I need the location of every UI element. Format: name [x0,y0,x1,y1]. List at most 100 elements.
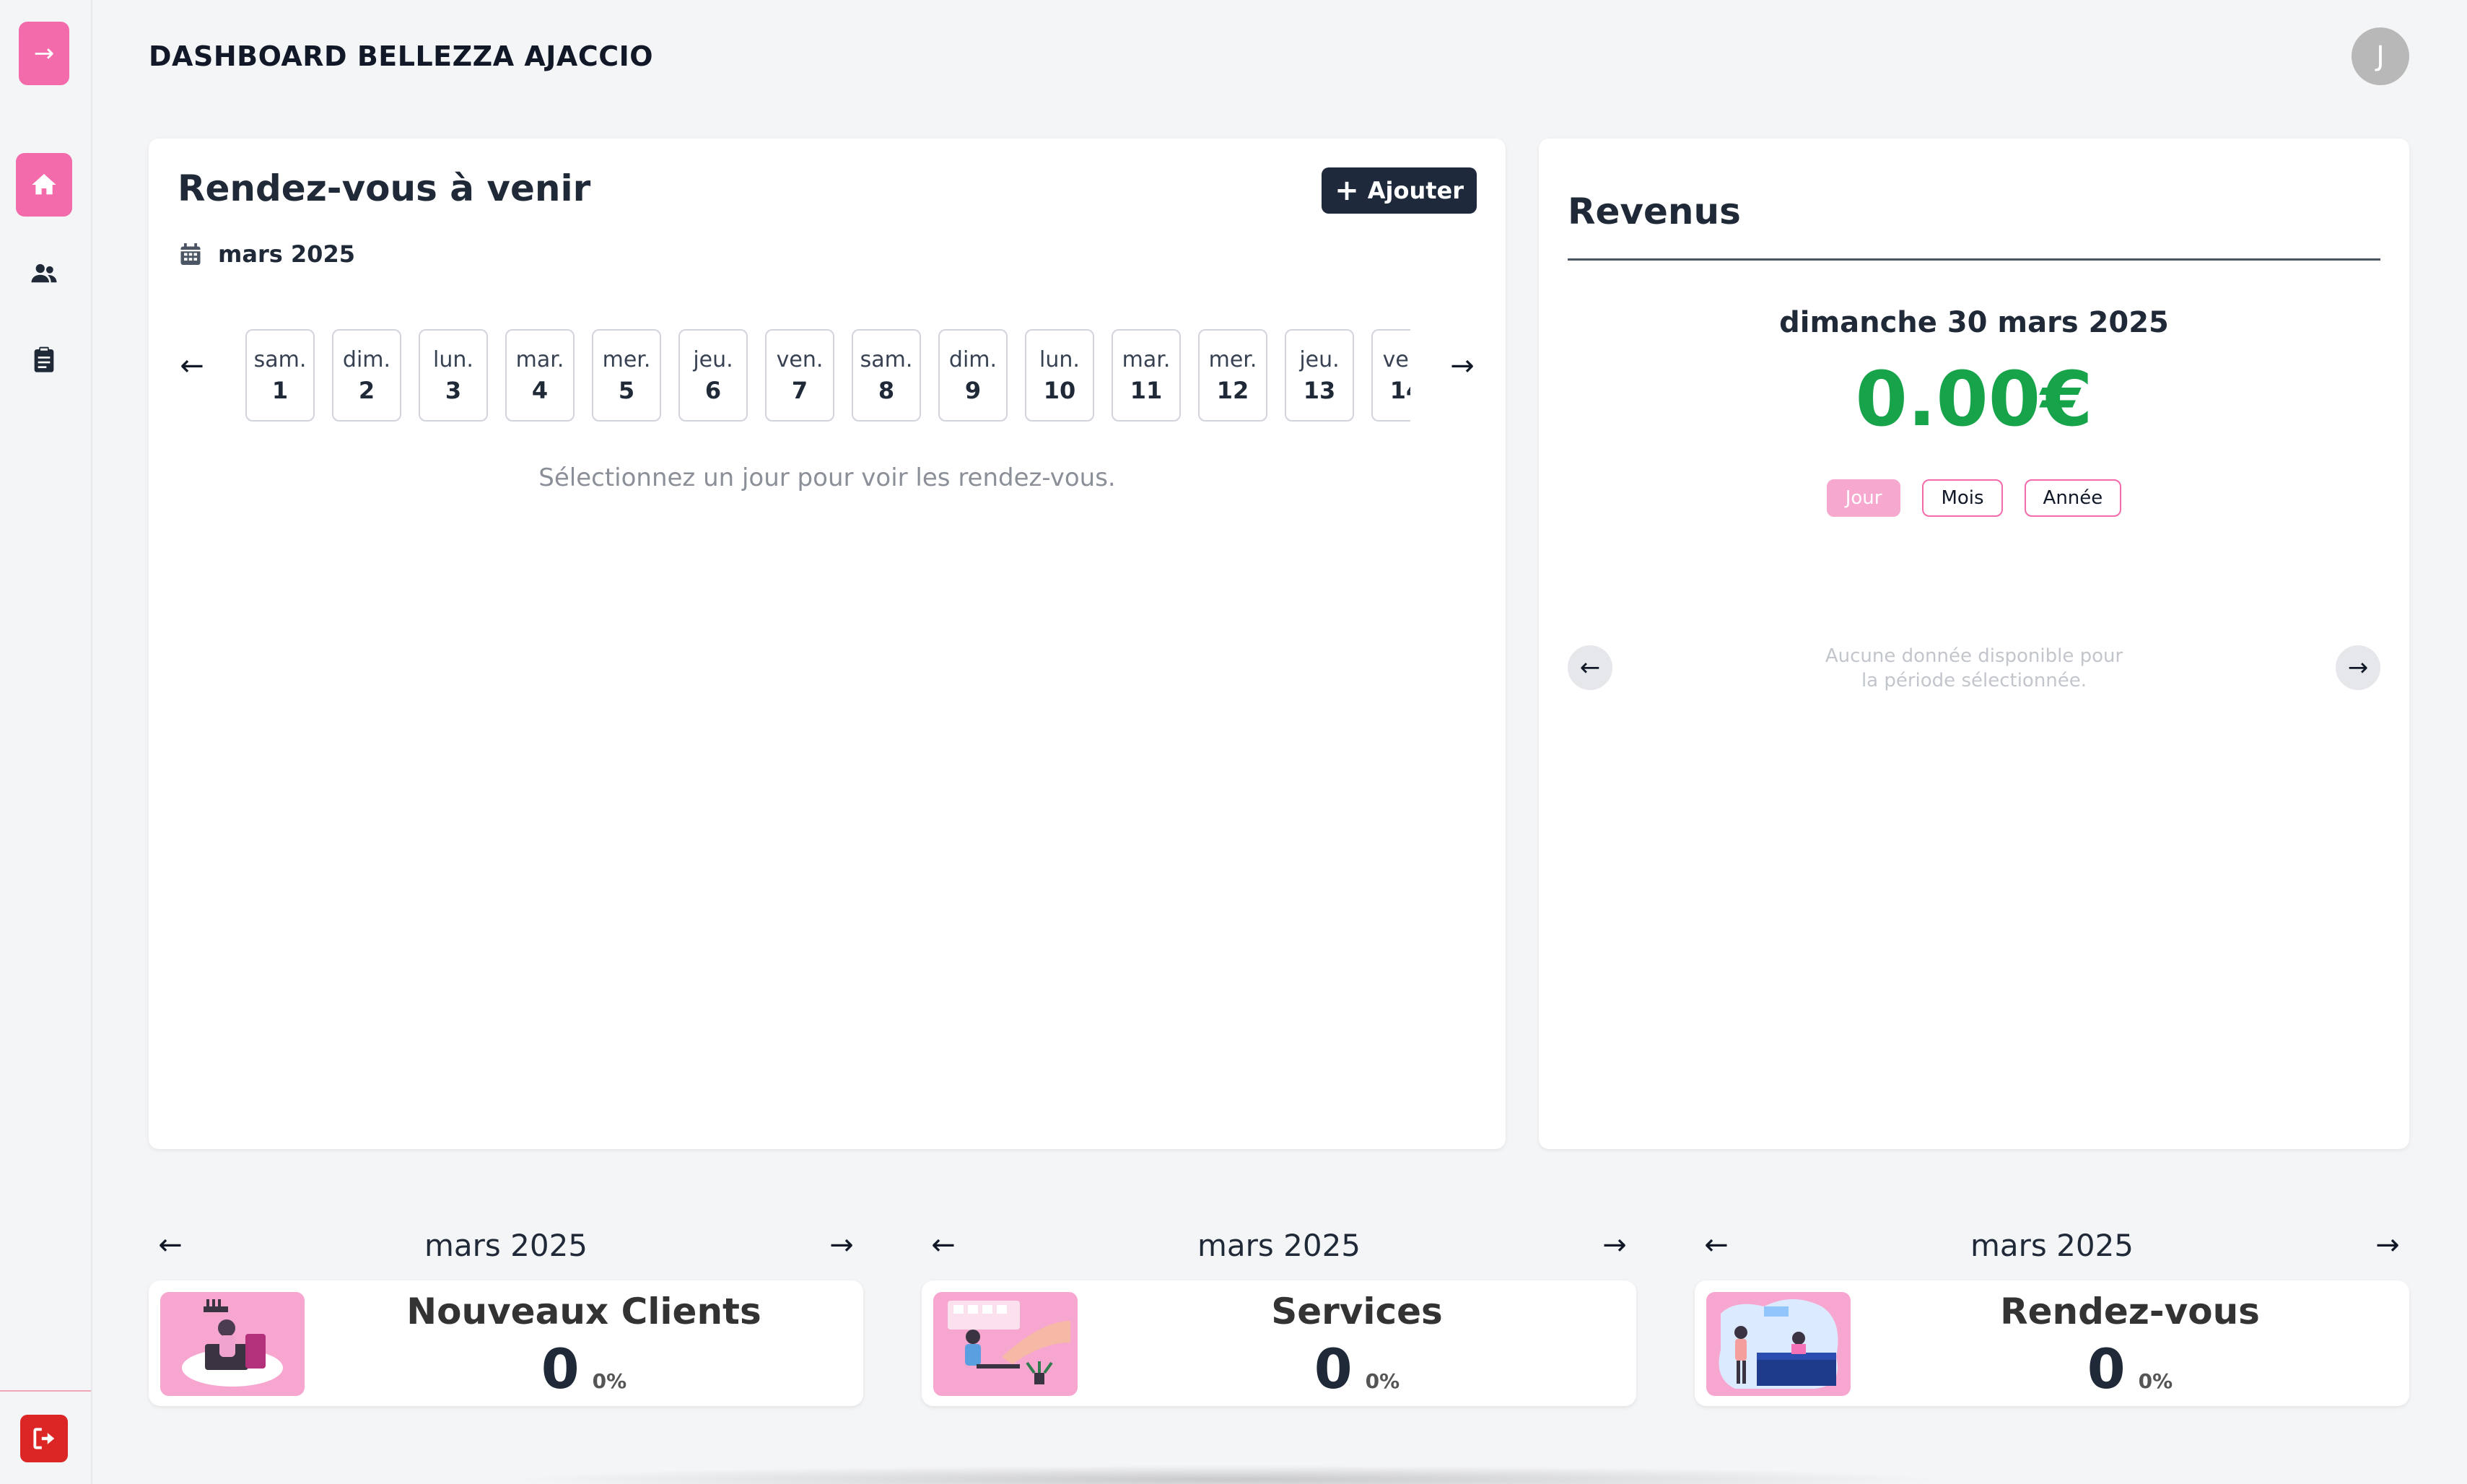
day-button[interactable]: jeu. 6 [678,329,748,422]
day-number: 2 [358,376,375,404]
stat-title: Nouveaux Clients [406,1291,761,1332]
home-icon [32,174,56,195]
stat-card-services: Services 0 0% [922,1280,1636,1406]
stat-previous-month-button[interactable]: ← [149,1228,192,1262]
logout-button[interactable] [20,1415,68,1462]
avatar-letter: J [2376,40,2385,72]
period-toggle-group: Jour Mois Année [1539,479,2409,517]
day-name: mar. [1122,346,1171,372]
stat-percent: 0% [2138,1369,2173,1393]
day-button[interactable]: sam. 1 [245,329,315,422]
period-toggle-month[interactable]: Mois [1922,479,2003,517]
day-button[interactable]: mar. 4 [505,329,575,422]
day-strip: sam. 1 dim. 2 lun. 3 mar. 4 mer. 5 jeu. 6 ven. 7 sam. 8… [245,329,1410,423]
stat-next-month-button[interactable]: → [2366,1228,2409,1262]
stat-card-new-clients: Nouveaux Clients 0 0% [149,1280,863,1406]
revenue-card: Revenus dimanche 30 mars 2025 0.00€ Jour… [1539,139,2409,1149]
stat-card-appointments: Rendez-vous 0 0% [1695,1280,2409,1406]
stat-percent: 0% [592,1369,627,1393]
day-name: sam. [860,346,913,372]
sidebar-item-services[interactable] [19,335,69,385]
day-button[interactable]: mar. 11 [1112,329,1181,422]
clipboard-icon [34,346,54,372]
day-button[interactable]: lun. 3 [419,329,488,422]
stat-month-nav-appointments: ← mars 2025 → [1695,1220,2409,1270]
stat-month-label: mars 2025 [1197,1227,1361,1263]
revenue-empty-message: Aucune donnée disponible pour la période… [1539,644,2409,693]
stat-month-nav-services: ← mars 2025 → [922,1220,1636,1270]
day-name: mar. [515,346,564,372]
day-number: 1 [271,376,289,404]
stat-next-month-button[interactable]: → [820,1228,863,1262]
sidebar-item-clients[interactable] [19,248,69,299]
day-name: mer. [602,346,651,372]
add-appointment-label: Ajouter [1367,177,1464,204]
revenue-divider [1568,258,2380,261]
day-button[interactable]: ven. 14 [1371,329,1410,422]
stat-values: 0 0% [1851,1337,2409,1401]
day-button[interactable]: dim. 9 [938,329,1008,422]
stat-month-nav-clients: ← mars 2025 → [149,1220,863,1270]
day-number: 11 [1130,376,1163,404]
day-number: 7 [791,376,808,404]
arrow-right-icon: → [2347,653,2369,682]
day-button[interactable]: ven. 7 [765,329,834,422]
day-number: 5 [618,376,635,404]
day-number: 8 [878,376,895,404]
day-button[interactable]: mer. 12 [1198,329,1267,422]
appointments-empty-message: Sélectionnez un jour pour voir les rende… [538,463,1116,492]
previous-day-button[interactable]: ← [170,349,214,383]
period-toggle-year[interactable]: Année [2024,479,2122,517]
arrow-left-icon: ← [180,349,204,383]
logout-icon [33,1428,55,1449]
day-button[interactable]: mer. 5 [592,329,661,422]
day-number: 9 [964,376,982,404]
day-name: sam. [253,346,307,372]
day-number: 10 [1043,376,1076,404]
nail-service-illustration [933,1292,1078,1396]
day-name: dim. [948,346,997,372]
next-day-button[interactable]: → [1441,349,1484,383]
revenue-next-button[interactable]: → [2336,645,2380,690]
revenue-date: dimanche 30 mars 2025 [1779,306,2169,339]
day-button[interactable]: sam. 8 [852,329,921,422]
stat-value: 0 [1314,1337,1353,1401]
stat-values: 0 0% [305,1337,863,1401]
add-appointment-button[interactable]: + Ajouter [1322,167,1477,214]
day-button[interactable]: dim. 2 [332,329,401,422]
stat-next-month-button[interactable]: → [1593,1228,1636,1262]
arrow-right-icon: → [1450,349,1475,383]
arrow-right-icon: → [33,39,55,68]
avatar[interactable]: J [2352,27,2409,85]
stat-title: Services [1271,1291,1443,1332]
day-name: ven. [776,346,824,372]
sidebar: → [0,0,92,1484]
stat-previous-month-button[interactable]: ← [1695,1228,1738,1262]
stat-percent: 0% [1365,1369,1400,1393]
day-number: 3 [445,376,462,404]
stat-value: 0 [2087,1337,2126,1401]
day-number: 4 [531,376,549,404]
appointments-title: Rendez-vous à venir [178,167,591,209]
day-button[interactable]: lun. 10 [1025,329,1094,422]
page-title: DASHBOARD BELLEZZA AJACCIO [149,40,654,72]
day-name: lun. [1039,346,1080,372]
sidebar-divider [0,1390,91,1392]
day-number: 13 [1303,376,1336,404]
day-number: 12 [1216,376,1249,404]
day-button[interactable]: jeu. 13 [1285,329,1354,422]
reception-illustration [1706,1292,1851,1396]
month-label: mars 2025 [218,240,355,268]
plus-icon: + [1335,174,1359,207]
sidebar-item-home[interactable] [16,153,72,217]
users-icon [31,263,57,283]
appointments-month: mars 2025 [178,240,355,269]
stat-title: Rendez-vous [2000,1291,2260,1332]
period-toggle-day[interactable]: Jour [1826,479,1901,517]
sidebar-toggle-button[interactable]: → [19,22,69,85]
footer-shadow [505,1465,1949,1484]
upcoming-appointments-card: Rendez-vous à venir + Ajouter mars 2025 … [149,139,1506,1149]
day-name: jeu. [1299,346,1340,372]
stat-previous-month-button[interactable]: ← [922,1228,965,1262]
revenue-empty-line-1: Aucune donnée disponible pour [1825,645,2123,667]
